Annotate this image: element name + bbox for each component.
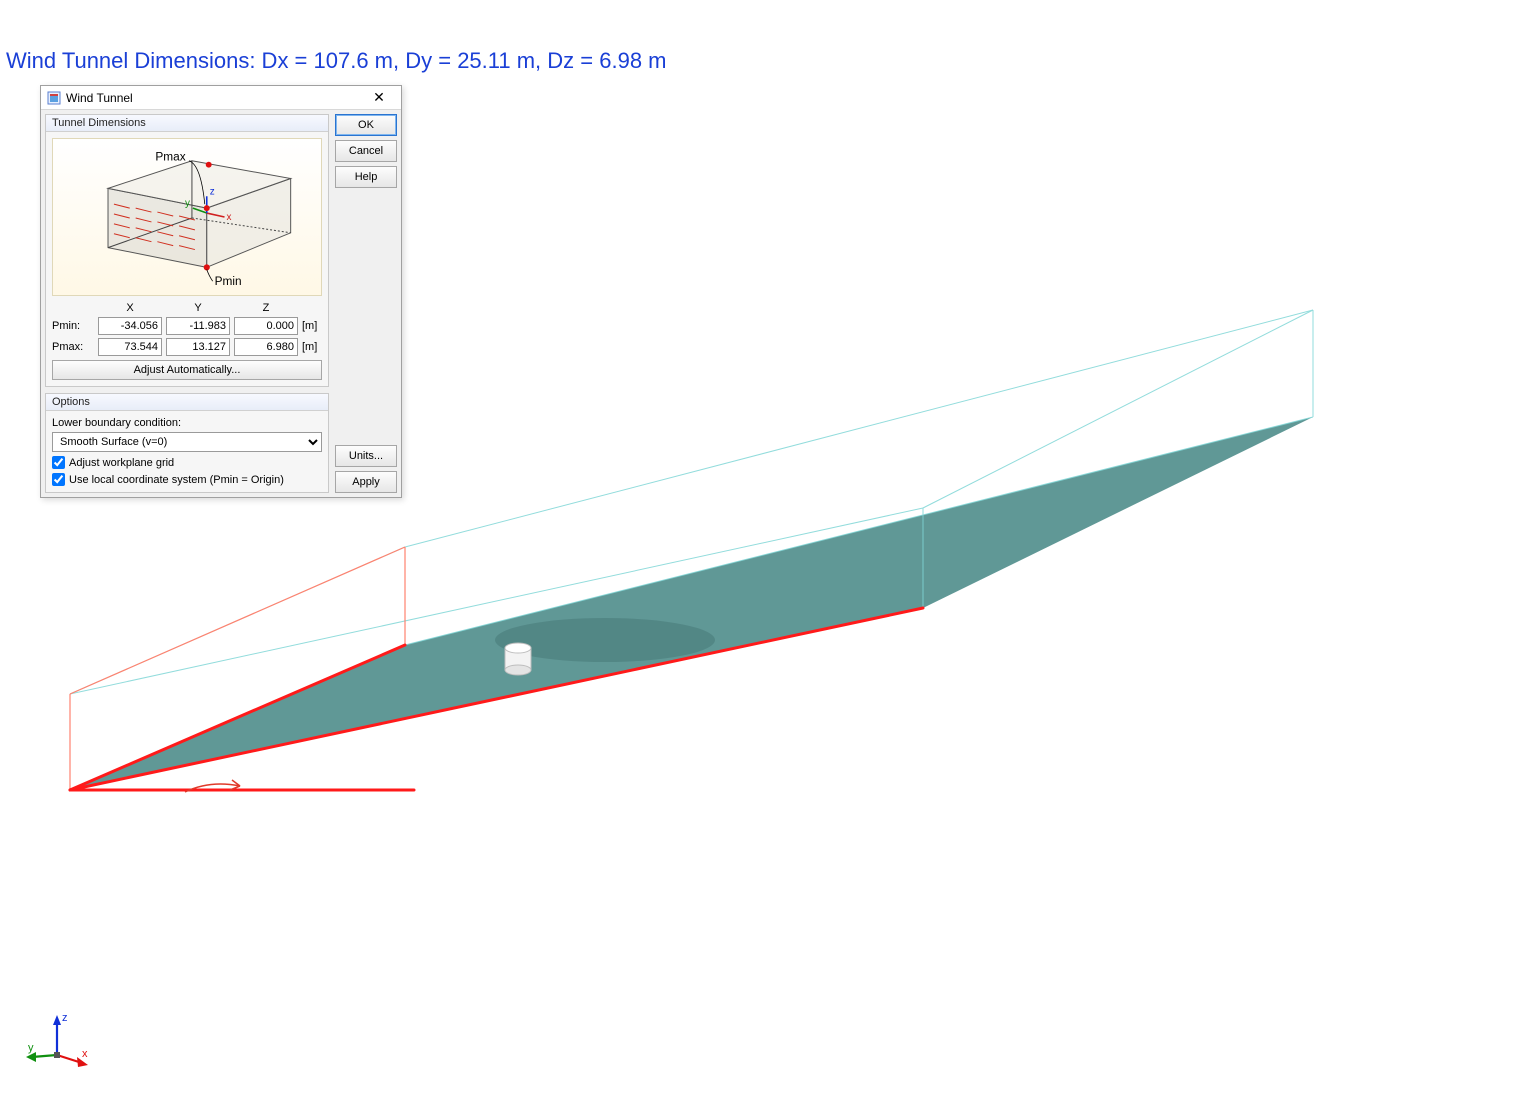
svg-text:x: x [226,212,231,223]
app-icon [47,91,61,105]
pmax-label: Pmax [155,150,185,164]
pmax-unit: [m] [302,341,322,353]
pmin-unit: [m] [302,320,322,332]
local-coord-label: Use local coordinate system (Pmin = Orig… [69,474,284,486]
help-button[interactable]: Help [335,166,397,188]
svg-text:z: z [210,186,215,197]
lower-bc-label: Lower boundary condition: [52,417,322,429]
units-button[interactable]: Units... [335,445,397,467]
close-icon[interactable]: ✕ [363,89,395,106]
object-shadow [495,618,715,662]
col-x: X [98,302,162,314]
adjust-automatically-button[interactable]: Adjust Automatically... [52,360,322,380]
col-y: Y [166,302,230,314]
pmax-y-input[interactable] [166,338,230,356]
adjust-grid-row[interactable]: Adjust workplane grid [52,456,322,469]
wind-direction-indicator [185,780,240,792]
pmax-row-label: Pmax: [52,341,94,353]
wind-tunnel-dialog: Wind Tunnel ✕ Tunnel Dimensions [40,85,402,498]
pmin-z-input[interactable] [234,317,298,335]
pmin-label: Pmin [215,274,242,288]
col-z: Z [234,302,298,314]
svg-text:y: y [185,198,190,209]
pmin-y-input[interactable] [166,317,230,335]
axis-y-label: y [28,1042,34,1054]
tunnel-dimensions-header: Tunnel Dimensions [46,115,328,132]
dialog-titlebar[interactable]: Wind Tunnel ✕ [41,86,401,110]
adjust-grid-label: Adjust workplane grid [69,457,174,469]
axis-z-label: z [62,1012,68,1024]
pmax-z-input[interactable] [234,338,298,356]
axis-triad: z x y [22,1007,92,1077]
ok-button[interactable]: OK [335,114,397,136]
pmax-x-input[interactable] [98,338,162,356]
apply-button[interactable]: Apply [335,471,397,493]
options-header: Options [46,394,328,411]
tunnel-inlet-face [70,547,405,790]
tunnel-dimensions-group: Tunnel Dimensions [45,114,329,387]
options-group: Options Lower boundary condition: Smooth… [45,393,329,493]
local-coord-checkbox[interactable] [52,473,65,486]
coordinate-grid: X Y Z Pmin: [m] Pmax: [m] [52,302,322,356]
cancel-button[interactable]: Cancel [335,140,397,162]
pmin-x-input[interactable] [98,317,162,335]
axis-x-label: x [82,1048,88,1060]
page-caption: Wind Tunnel Dimensions: Dx = 107.6 m, Dy… [6,48,667,74]
tunnel-bottom-highlight [70,645,414,790]
dialog-title: Wind Tunnel [66,91,363,105]
lower-bc-select[interactable]: Smooth Surface (v=0) [52,432,322,452]
tunnel-bottom-highlight-2 [70,608,923,790]
pmin-row-label: Pmin: [52,320,94,332]
test-object-cylinder [505,643,531,675]
adjust-grid-checkbox[interactable] [52,456,65,469]
local-coord-row[interactable]: Use local coordinate system (Pmin = Orig… [52,473,322,486]
tunnel-diagram: x y z Pmax Pmin [52,138,322,296]
